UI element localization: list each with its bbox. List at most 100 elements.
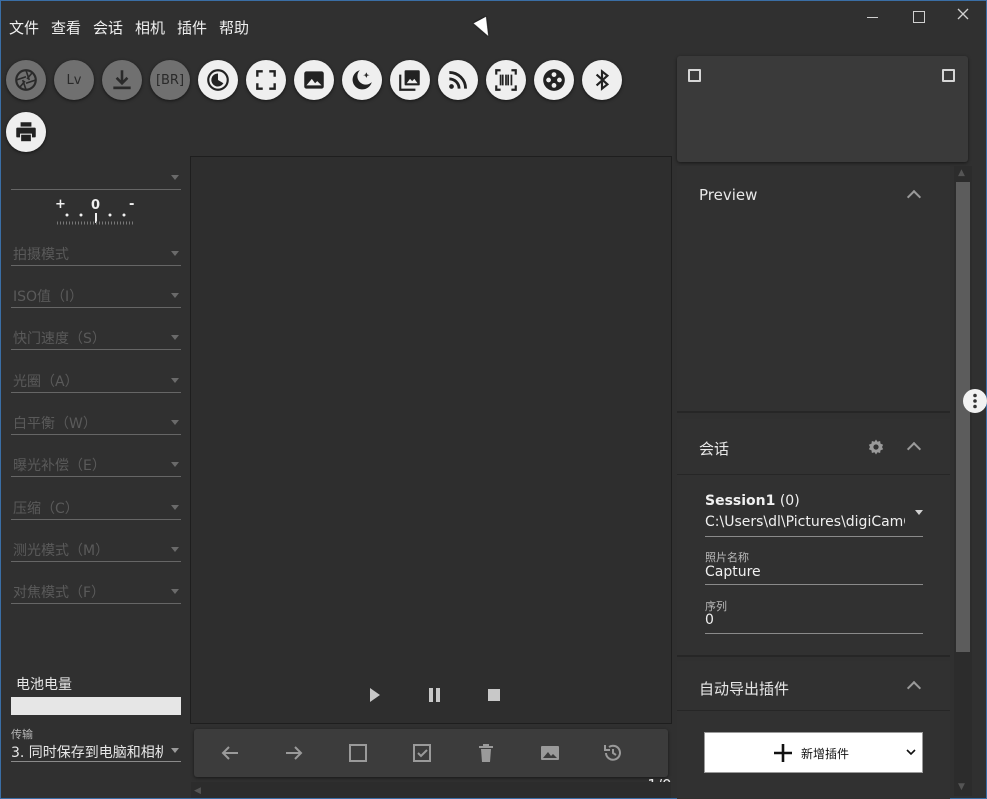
- exposure-comp-label: 曝光补偿（E）: [13, 458, 106, 474]
- checkbox-blank-icon[interactable]: [346, 741, 370, 765]
- arrow-right-icon[interactable]: [282, 741, 306, 765]
- compression-select[interactable]: 压缩（C）: [11, 496, 181, 520]
- bluetooth-button[interactable]: [582, 60, 622, 100]
- session-title: 会话: [699, 440, 730, 458]
- gallery-button[interactable]: [390, 60, 430, 100]
- minimize-button[interactable]: [861, 7, 885, 27]
- more-options-button[interactable]: [963, 389, 987, 413]
- aperture-icon: [15, 69, 37, 91]
- divider: [677, 474, 950, 475]
- chevron-up-icon[interactable]: [906, 441, 922, 457]
- timelapse-button[interactable]: [198, 60, 238, 100]
- pause-button[interactable]: [428, 687, 442, 707]
- chevron-down-icon: [171, 293, 179, 298]
- close-button[interactable]: [951, 7, 975, 27]
- movie-button[interactable]: [534, 60, 574, 100]
- preview-title: Preview: [699, 186, 758, 204]
- chevron-down-icon[interactable]: [915, 510, 923, 515]
- chevron-up-icon[interactable]: [906, 189, 922, 205]
- chevron-up-icon[interactable]: [906, 680, 922, 696]
- scroll-left-icon[interactable]: ◀: [194, 786, 201, 796]
- session-select[interactable]: Session1 (0): [705, 493, 800, 509]
- menu-camera[interactable]: 相机: [135, 17, 165, 38]
- session-path: C:\Users\dl\Pictures\digiCamControl: [705, 514, 905, 530]
- focus-mode-select[interactable]: 对焦模式（F）: [11, 580, 181, 604]
- play-icon: [370, 688, 380, 702]
- metering-mode-select[interactable]: 测光模式（M）: [11, 538, 181, 562]
- menu-session[interactable]: 会话: [93, 17, 123, 38]
- film-reel-icon: [543, 69, 565, 91]
- shutter-speed-select[interactable]: 快门速度（S）: [11, 326, 181, 350]
- sequence-underline: [705, 633, 923, 634]
- print-button[interactable]: [6, 112, 46, 152]
- image-icon: [304, 71, 324, 89]
- scroll-up-icon[interactable]: ▲: [958, 168, 965, 178]
- moon-star-icon: [352, 70, 372, 90]
- menu-help[interactable]: 帮助: [219, 17, 249, 38]
- pause-icon: [429, 688, 440, 702]
- chevron-down-icon: [171, 420, 179, 425]
- iso-select[interactable]: ISO值（I）: [11, 284, 181, 308]
- liveview-button[interactable]: Lv: [54, 60, 94, 100]
- exposure-comp-select[interactable]: 曝光补偿（E）: [11, 453, 181, 477]
- capture-button[interactable]: [6, 60, 46, 100]
- gear-icon[interactable]: [867, 438, 885, 456]
- menu-view[interactable]: 查看: [51, 17, 81, 38]
- scroll-down-icon[interactable]: ▼: [958, 782, 965, 792]
- transfer-select[interactable]: 3. 同时保存到电脑和相机: [11, 740, 181, 762]
- image-icon[interactable]: [538, 741, 562, 765]
- vertical-scrollbar[interactable]: ▲ ▼: [954, 166, 972, 796]
- focus-mode-label: 对焦模式（F）: [13, 585, 106, 601]
- restore-icon[interactable]: [601, 741, 625, 765]
- chevron-down-icon: [171, 251, 179, 256]
- white-balance-label: 白平衡（W）: [13, 416, 97, 432]
- session-name: Session1: [705, 493, 776, 509]
- horizontal-scrollbar[interactable]: ◀: [191, 782, 671, 798]
- wireless-button[interactable]: [438, 60, 478, 100]
- session-underline: [705, 536, 923, 537]
- aperture-select[interactable]: 光圈（A）: [11, 369, 181, 393]
- menu-file[interactable]: 文件: [9, 17, 39, 38]
- checkbox-checked-icon[interactable]: [410, 741, 434, 765]
- select-checkbox-right[interactable]: [942, 69, 955, 82]
- barcode-icon: [495, 69, 517, 91]
- download-icon: [113, 70, 131, 90]
- image-action-bar: [194, 729, 668, 777]
- liveview-label: Lv: [66, 72, 82, 88]
- maximize-button[interactable]: [906, 7, 930, 27]
- chevron-down-icon: [906, 749, 916, 756]
- trash-icon[interactable]: [474, 741, 498, 765]
- preview-panel: Preview: [677, 166, 950, 411]
- chevron-down-icon: [171, 378, 179, 383]
- add-plugin-button[interactable]: 新增插件: [704, 732, 923, 773]
- bracketing-button[interactable]: [BR]: [150, 60, 190, 100]
- menu-plugins[interactable]: 插件: [177, 17, 207, 38]
- close-icon: [957, 8, 969, 20]
- barcode-button[interactable]: [486, 60, 526, 100]
- ev-ticks: [57, 213, 135, 225]
- image-button[interactable]: [294, 60, 334, 100]
- select-checkbox-left[interactable]: [688, 69, 701, 82]
- battery-label: 电池电量: [16, 677, 72, 693]
- download-button[interactable]: [102, 60, 142, 100]
- bluetooth-icon: [595, 69, 610, 91]
- chevron-down-icon: [171, 505, 179, 510]
- rss-icon: [449, 71, 467, 89]
- scroll-thumb[interactable]: [956, 182, 970, 652]
- camera-select[interactable]: [11, 166, 181, 190]
- fullscreen-button[interactable]: [246, 60, 286, 100]
- shooting-mode-select[interactable]: 拍摄模式: [11, 242, 181, 266]
- arrow-left-icon[interactable]: [218, 741, 242, 765]
- photo-name-input[interactable]: Capture: [705, 564, 923, 580]
- plus-icon: [774, 744, 792, 762]
- chevron-down-icon: [171, 175, 179, 180]
- image-viewer: [190, 156, 672, 724]
- play-button[interactable]: [368, 687, 382, 707]
- white-balance-select[interactable]: 白平衡（W）: [11, 411, 181, 435]
- aperture-label: 光圈（A）: [13, 374, 79, 390]
- fullscreen-icon: [256, 70, 276, 90]
- night-mode-button[interactable]: [342, 60, 382, 100]
- timelapse-icon: [207, 69, 229, 91]
- sequence-input[interactable]: 0: [705, 612, 923, 628]
- stop-button[interactable]: [487, 687, 501, 707]
